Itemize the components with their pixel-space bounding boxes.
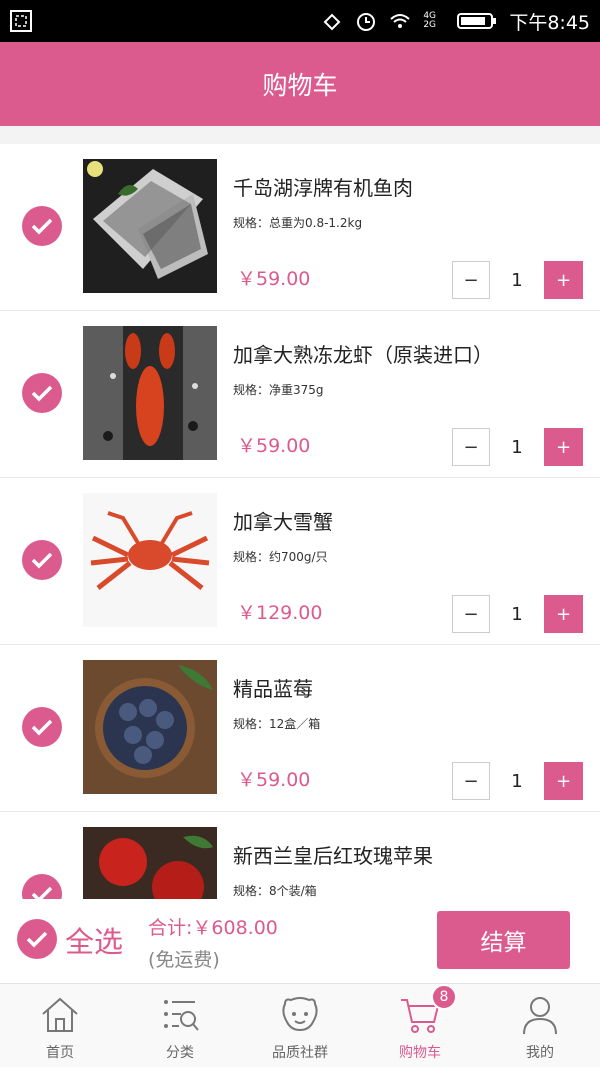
quantity-stepper[interactable]: − 1 + <box>452 595 583 633</box>
increase-button[interactable]: + <box>544 762 583 800</box>
red-apples-image[interactable] <box>83 827 217 899</box>
quantity-value: 1 <box>511 603 523 625</box>
increase-button[interactable]: + <box>544 261 583 299</box>
item-spec: 规格：净重375g <box>233 383 324 397</box>
tab-home[interactable]: 首页 <box>0 984 120 1068</box>
decrease-button[interactable]: − <box>452 762 490 800</box>
community-icon <box>282 997 318 1032</box>
increase-button[interactable]: + <box>544 428 583 466</box>
quantity-value: 1 <box>511 269 523 291</box>
tab-label: 首页 <box>46 1045 74 1061</box>
checkmark-icon <box>26 931 48 948</box>
item-price: ￥59.00 <box>237 268 311 290</box>
user-icon <box>523 997 557 1035</box>
header: 购物车 <box>0 42 600 126</box>
item-name[interactable]: 加拿大熟冻龙虾（原装进口） <box>233 339 493 368</box>
alarm-icon <box>357 13 376 31</box>
battery-icon <box>457 13 497 29</box>
shipping-note: (免运费) <box>148 949 220 971</box>
item-checkbox[interactable] <box>22 540 62 580</box>
fish-fillet-image[interactable] <box>83 159 217 293</box>
lobster-image[interactable] <box>83 326 217 460</box>
checkmark-icon <box>31 385 53 402</box>
rotate-icon <box>323 13 341 31</box>
tab-label: 购物车 <box>399 1045 441 1061</box>
select-all-label[interactable]: 全选 <box>65 919 123 961</box>
cart-item[interactable]: 新西兰皇后红玫瑰苹果 规格：8个装/箱 <box>0 812 600 899</box>
clock: 下午8:45 <box>509 11 590 34</box>
checkout-bar: 全选 合计:￥608.00 (免运费) 结算 <box>0 899 600 983</box>
quantity-stepper[interactable]: − 1 + <box>452 261 583 299</box>
increase-button[interactable]: + <box>544 595 583 633</box>
item-price: ￥59.00 <box>237 435 311 457</box>
checkmark-icon <box>31 719 53 736</box>
item-checkbox[interactable] <box>22 373 62 413</box>
blueberries-image[interactable] <box>83 660 217 794</box>
quantity-stepper[interactable]: − 1 + <box>452 428 583 466</box>
total-price: 合计:￥608.00 <box>148 917 278 939</box>
item-name[interactable]: 加拿大雪蟹 <box>233 506 333 535</box>
status-bar: 4G 2G 下午8:45 <box>0 0 600 42</box>
item-checkbox[interactable] <box>22 206 62 246</box>
tab-label: 分类 <box>166 1045 194 1061</box>
item-spec: 规格：约700g/只 <box>233 550 328 564</box>
cart-count-badge: 8 <box>431 984 457 1010</box>
quantity-stepper[interactable]: − 1 + <box>452 762 583 800</box>
item-spec: 规格：8个装/箱 <box>233 884 317 898</box>
tab-cart[interactable]: 购物车 <box>360 984 480 1068</box>
checkmark-icon <box>31 218 53 235</box>
checkmark-icon <box>31 886 53 899</box>
item-price: ￥129.00 <box>237 602 323 624</box>
page-title: 购物车 <box>262 71 338 100</box>
item-spec: 规格：总重为0.8-1.2kg <box>233 216 363 230</box>
item-name[interactable]: 千岛湖淳牌有机鱼肉 <box>233 172 413 201</box>
tab-label: 我的 <box>526 1045 554 1061</box>
screenshot-icon <box>10 10 32 32</box>
cart-item[interactable]: 千岛湖淳牌有机鱼肉 规格：总重为0.8-1.2kg ￥59.00 − 1 + <box>0 144 600 311</box>
tab-category[interactable]: 分类 <box>120 984 240 1068</box>
network-type: 4G 2G <box>423 11 437 30</box>
select-all-checkbox[interactable] <box>17 919 57 959</box>
item-name[interactable]: 新西兰皇后红玫瑰苹果 <box>233 840 433 869</box>
cart-list[interactable]: 千岛湖淳牌有机鱼肉 规格：总重为0.8-1.2kg ￥59.00 − 1 + 加… <box>0 144 600 899</box>
item-spec: 规格：12盒／箱 <box>233 717 321 731</box>
item-price: ￥59.00 <box>237 769 311 791</box>
divider-band <box>0 126 600 144</box>
status-icons: 4G 2G 下午8:45 <box>321 0 590 42</box>
decrease-button[interactable]: − <box>452 595 490 633</box>
wifi-icon <box>390 14 410 28</box>
decrease-button[interactable]: − <box>452 261 490 299</box>
tab-community[interactable]: 品质社群 <box>240 984 360 1068</box>
home-icon <box>42 997 78 1032</box>
category-icon <box>164 1000 199 1031</box>
item-name[interactable]: 精品蓝莓 <box>233 673 313 702</box>
cart-item[interactable]: 加拿大雪蟹 规格：约700g/只 ￥129.00 − 1 + <box>0 478 600 645</box>
item-checkbox[interactable] <box>22 707 62 747</box>
tab-profile[interactable]: 我的 <box>480 984 600 1068</box>
snow-crab-image[interactable] <box>83 493 217 627</box>
cart-item[interactable]: 加拿大熟冻龙虾（原装进口） 规格：净重375g ￥59.00 − 1 + <box>0 311 600 478</box>
bottom-tabbar: 首页 分类 品质社群 购物车 8 我的 <box>0 983 600 1067</box>
quantity-value: 1 <box>511 770 523 792</box>
cart-item[interactable]: 精品蓝莓 规格：12盒／箱 ￥59.00 − 1 + <box>0 645 600 812</box>
checkmark-icon <box>31 552 53 569</box>
decrease-button[interactable]: − <box>452 428 490 466</box>
item-checkbox[interactable] <box>22 874 62 899</box>
quantity-value: 1 <box>511 436 523 458</box>
tab-label: 品质社群 <box>272 1045 328 1061</box>
checkout-button[interactable]: 结算 <box>437 911 570 969</box>
